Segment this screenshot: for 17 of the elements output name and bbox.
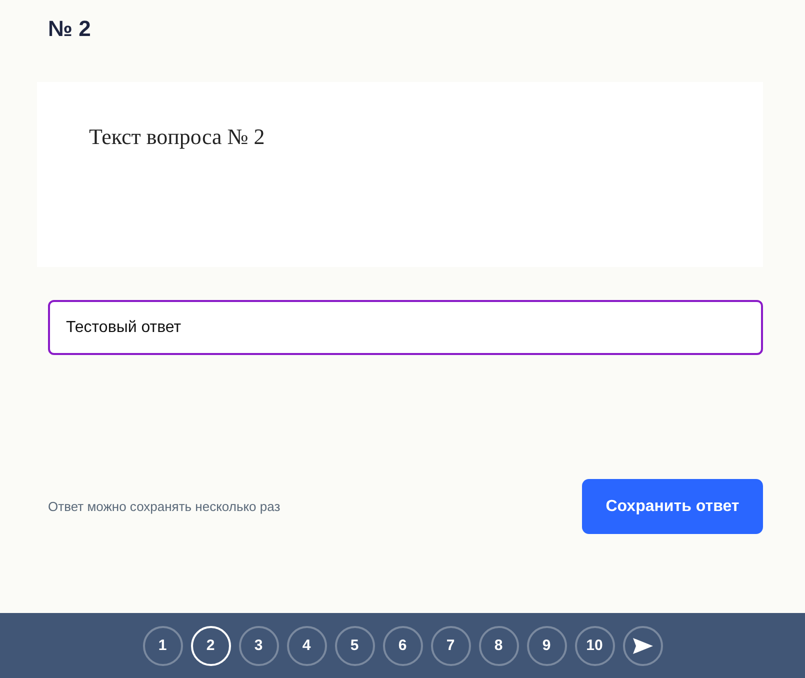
page-button[interactable]: 10 bbox=[574, 626, 614, 666]
hint-text: Ответ можно сохранять несколько раз bbox=[48, 499, 280, 514]
page-button[interactable]: 9 bbox=[526, 626, 566, 666]
send-icon bbox=[632, 636, 654, 654]
save-answer-button[interactable]: Сохранить ответ bbox=[582, 479, 763, 534]
page-button[interactable]: 1 bbox=[142, 626, 182, 666]
page-button[interactable]: 7 bbox=[430, 626, 470, 666]
page-button[interactable]: 3 bbox=[238, 626, 278, 666]
page-button[interactable]: 8 bbox=[478, 626, 518, 666]
answer-field[interactable]: Тестовый ответ bbox=[48, 300, 763, 355]
question-text: Текст вопроса № 2 bbox=[89, 124, 265, 150]
send-button[interactable] bbox=[622, 626, 662, 666]
question-number-heading: № 2 bbox=[48, 16, 92, 42]
page-button[interactable]: 4 bbox=[286, 626, 326, 666]
page-button[interactable]: 5 bbox=[334, 626, 374, 666]
page-button[interactable]: 2 bbox=[190, 626, 230, 666]
page-button[interactable]: 6 bbox=[382, 626, 422, 666]
